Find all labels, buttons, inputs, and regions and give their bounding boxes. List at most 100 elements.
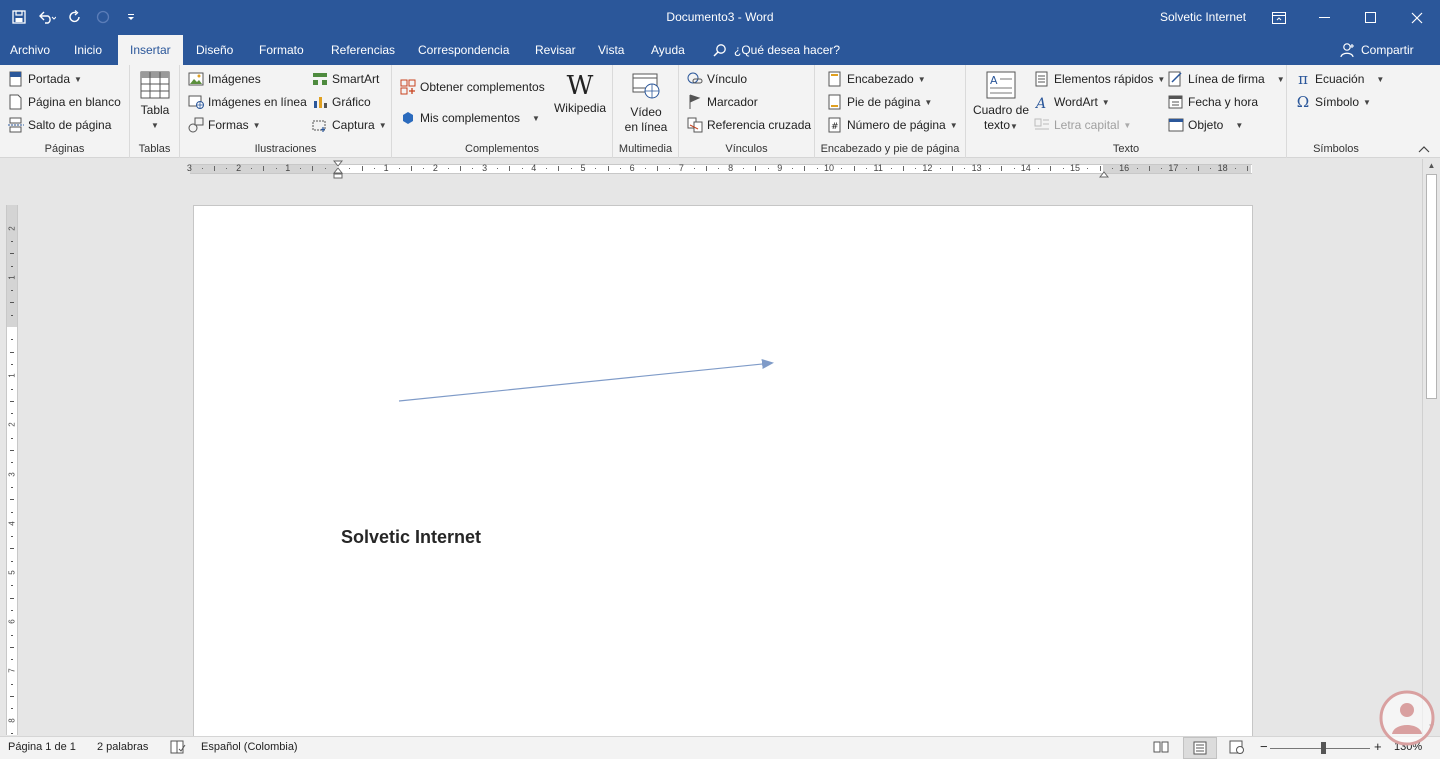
tab-insertar[interactable]: Insertar — [118, 35, 183, 66]
arrow-shape[interactable] — [194, 206, 1254, 746]
right-indent-marker[interactable] — [1098, 167, 1110, 181]
page-count[interactable]: Página 1 de 1 — [8, 741, 76, 753]
tab-archivo[interactable]: Archivo — [1, 35, 59, 65]
vertical-ruler[interactable]: 2 1 1 2 3 4 5 6 7 8 — [6, 205, 18, 735]
encabezado-button[interactable]: Encabezado ▼ — [827, 69, 926, 89]
smartart-button[interactable]: SmartArt — [312, 69, 379, 89]
pagina-en-blanco-button[interactable]: Página en blanco — [8, 92, 121, 112]
ruler-tick — [324, 168, 326, 169]
scroll-thumb[interactable] — [1426, 174, 1437, 399]
user-name[interactable]: Solvetic Internet — [1160, 10, 1246, 24]
collapse-ribbon-icon[interactable] — [1418, 142, 1432, 154]
tell-me-search[interactable]: ¿Qué desea hacer? — [712, 35, 840, 65]
vertical-scrollbar[interactable]: ▲ ▼ — [1422, 159, 1440, 736]
group-encabezado: Encabezado ▼ Pie de página ▼ # Número de p… — [815, 65, 966, 158]
elementos-rapidos-button[interactable]: Elementos rápidos ▼ — [1034, 69, 1165, 89]
captura-button[interactable]: Captura ▼ — [312, 115, 387, 135]
ruler-tick — [1198, 166, 1199, 171]
chevron-down-icon: ▼ — [1123, 120, 1132, 130]
vruler-tick — [11, 437, 13, 439]
tabla-button[interactable]: Tabla ▼ — [138, 71, 172, 133]
ruler-number: 4 — [531, 163, 537, 173]
tab-diseno[interactable]: Diseño — [187, 35, 242, 65]
salto-de-pagina-button[interactable]: Salto de página — [8, 115, 111, 135]
word-count[interactable]: 2 palabras — [97, 741, 148, 753]
vruler-tick — [11, 634, 13, 636]
ruler-tick — [915, 168, 917, 169]
scroll-up-icon[interactable]: ▲ — [1423, 161, 1440, 173]
wordart-button[interactable]: A WordArt ▼ — [1034, 92, 1110, 112]
chevron-down-icon: ▼ — [949, 120, 958, 130]
tab-correspondencia[interactable]: Correspondencia — [409, 35, 518, 65]
tab-formato[interactable]: Formato — [250, 35, 313, 65]
ruler-tick — [398, 168, 400, 169]
read-mode-icon[interactable] — [1153, 740, 1169, 757]
wikipedia-icon: W — [566, 71, 594, 101]
zoom-out-icon[interactable]: − — [1260, 739, 1268, 754]
web-layout-icon[interactable] — [1229, 740, 1245, 757]
document-page[interactable]: Solvetic Internet — [193, 205, 1253, 745]
group-label-vinculos: Vínculos — [725, 143, 768, 155]
close-icon[interactable] — [1394, 0, 1440, 35]
numero-de-pagina-button[interactable]: # Número de página ▼ — [827, 115, 958, 135]
chart-icon — [312, 94, 328, 110]
ruler-tick — [460, 166, 461, 171]
zoom-slider-thumb[interactable] — [1321, 742, 1326, 754]
proofing-icon[interactable] — [170, 740, 186, 757]
wikipedia-button[interactable]: W Wikipedia — [550, 71, 610, 116]
imagenes-button[interactable]: Imágenes — [188, 69, 261, 89]
video-en-linea-button[interactable]: Vídeo en línea — [619, 71, 673, 135]
cuadro-de-texto-button[interactable]: A Cuadro de texto▼ — [970, 71, 1032, 134]
tab-revisar[interactable]: Revisar — [526, 35, 585, 65]
ecuacion-button[interactable]: π Ecuación ▼ — [1295, 69, 1384, 89]
grafico-button[interactable]: Gráfico — [312, 92, 371, 112]
watermark-logo — [1378, 690, 1436, 746]
ruler-tick — [509, 166, 511, 171]
tab-vista[interactable]: Vista — [589, 35, 633, 65]
picture-icon — [188, 71, 204, 87]
marcador-button[interactable]: Marcador — [687, 92, 758, 112]
vinculo-button[interactable]: Vínculo — [687, 69, 747, 89]
bookmark-icon — [687, 94, 703, 110]
ribbon-display-options-icon[interactable] — [1256, 0, 1302, 35]
imagenes-en-linea-button[interactable]: Imágenes en línea — [188, 92, 307, 112]
letra-capital-button[interactable]: Letra capital ▼ — [1034, 115, 1131, 135]
tab-referencias[interactable]: Referencias — [322, 35, 404, 65]
vruler-tick — [10, 351, 14, 353]
maximize-icon[interactable] — [1348, 0, 1394, 35]
vruler-tick — [11, 413, 13, 415]
vruler-tick — [10, 597, 14, 599]
vruler-number: 3 — [7, 471, 17, 477]
portada-button[interactable]: Portada ▼ — [8, 69, 82, 89]
minimize-icon[interactable] — [1302, 0, 1348, 35]
fecha-y-hora-button[interactable]: Fecha y hora — [1168, 92, 1258, 112]
fecha-y-hora-label: Fecha y hora — [1188, 95, 1259, 109]
zoom-slider[interactable] — [1270, 748, 1370, 749]
ruler-tick — [496, 168, 498, 169]
indent-marker[interactable] — [332, 160, 344, 183]
language-indicator[interactable]: Español (Colombia) — [201, 741, 298, 753]
formas-label: Formas — [208, 118, 249, 132]
obtener-complementos-button[interactable]: Obtener complementos — [400, 77, 545, 97]
simbolo-button[interactable]: Ω Símbolo ▼ — [1295, 92, 1371, 112]
share-button[interactable]: Compartir — [1340, 35, 1414, 65]
mis-complementos-button[interactable]: Mis complementos ▼ — [400, 108, 540, 128]
person-add-icon — [1340, 42, 1356, 58]
formas-button[interactable]: Formas ▼ — [188, 115, 261, 135]
objeto-button[interactable]: Objeto ▼ — [1168, 115, 1243, 135]
document-text[interactable]: Solvetic Internet — [341, 527, 481, 548]
quick-parts-icon — [1034, 71, 1050, 87]
linea-de-firma-button[interactable]: Línea de firma ▼ — [1168, 69, 1285, 89]
referencia-cruzada-button[interactable]: Referencia cruzada — [687, 115, 811, 135]
pie-de-pagina-button[interactable]: Pie de página ▼ — [827, 92, 932, 112]
print-layout-icon[interactable] — [1183, 737, 1217, 759]
ruler-tick — [767, 168, 769, 169]
tab-inicio[interactable]: Inicio — [65, 35, 111, 65]
horizontal-ruler[interactable]: 3 2 1 1 2 3 4 5 6 7 8 9 10 11 12 13 14 15 16 17 18 — [0, 159, 1422, 179]
ruler-number: 13 — [971, 163, 982, 173]
tab-ayuda[interactable]: Ayuda — [642, 35, 694, 65]
ruler-tick — [964, 168, 966, 169]
object-icon — [1168, 117, 1184, 133]
vruler-tick — [10, 253, 14, 255]
ruler-tick — [558, 166, 560, 171]
